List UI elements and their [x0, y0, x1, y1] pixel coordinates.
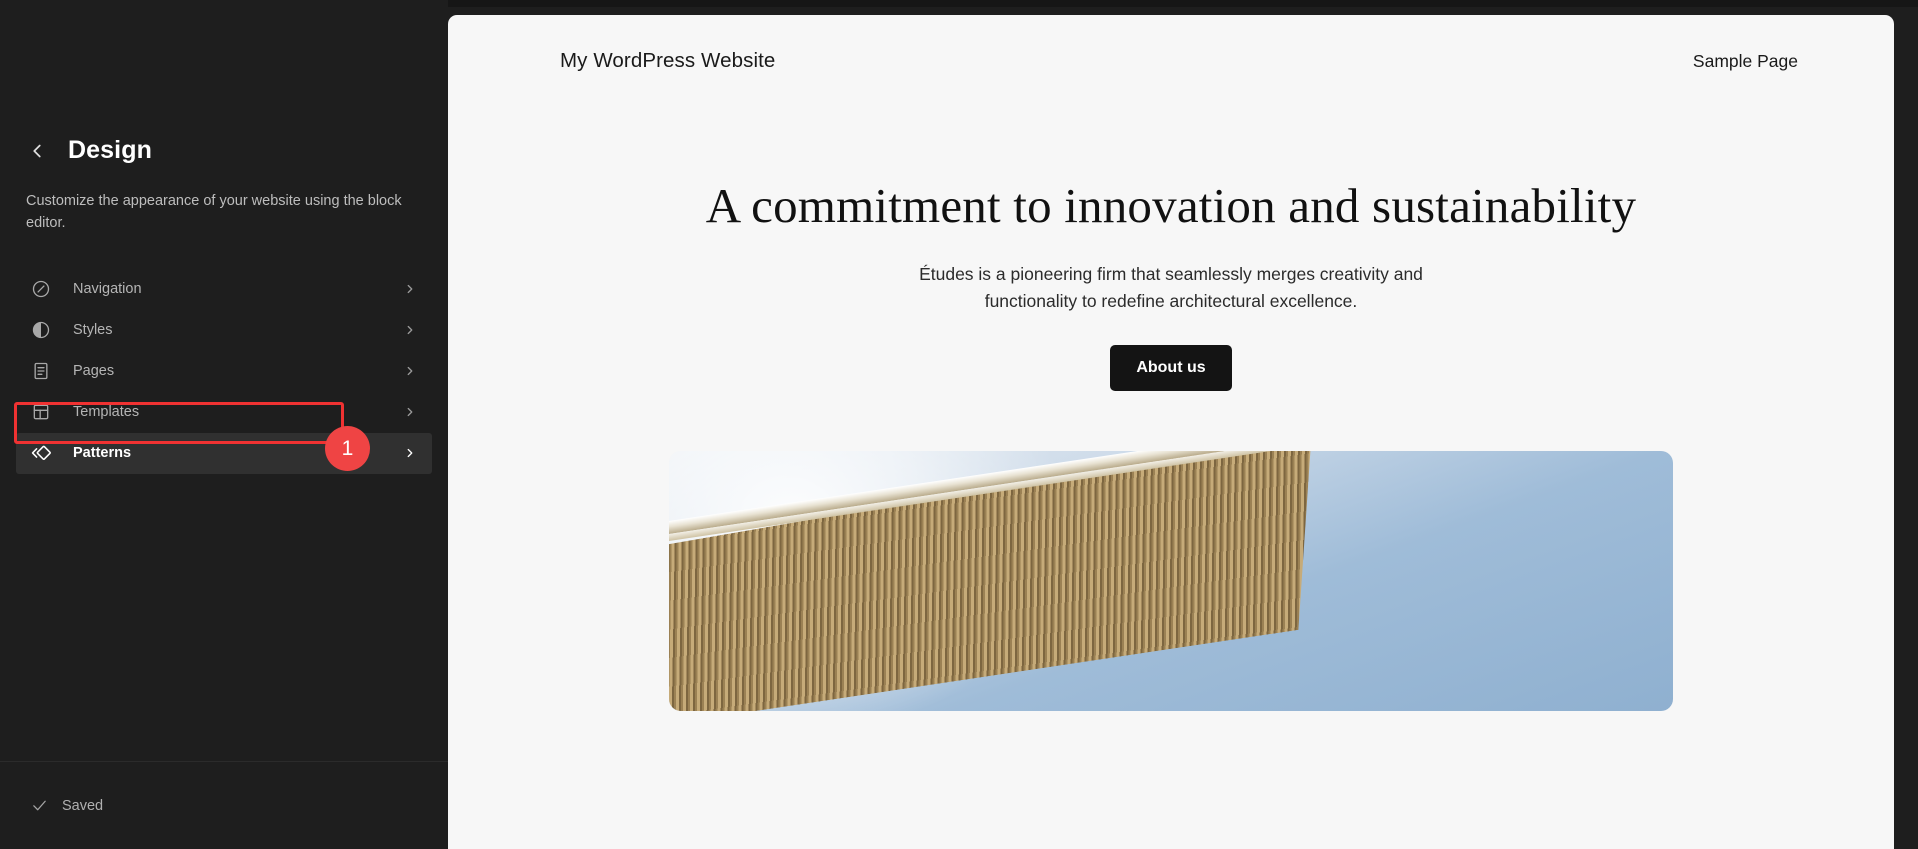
annotation-step-badge: 1 [325, 426, 370, 471]
sidebar-description: Customize the appearance of your website… [26, 193, 402, 232]
compass-icon [29, 277, 53, 301]
chevron-right-icon [402, 322, 418, 338]
patterns-diamond-icon [29, 441, 53, 465]
saved-status-label: Saved [62, 797, 104, 814]
sidebar-item-pages[interactable]: Pages [16, 351, 432, 392]
contrast-half-circle-icon [29, 318, 53, 342]
sidebar-header: Design [0, 0, 448, 163]
chevron-right-icon [402, 445, 418, 461]
site-editor-window: Design Customize the appearance of your … [0, 0, 1918, 849]
chevron-right-icon [402, 404, 418, 420]
sidebar-item-navigation[interactable]: Navigation [16, 269, 432, 310]
preview-site-header: My WordPress Website Sample Page [448, 15, 1894, 73]
hero-section: A commitment to innovation and sustainab… [448, 177, 1894, 392]
design-sidebar: Design Customize the appearance of your … [0, 0, 448, 849]
sidebar-item-label: Styles [73, 322, 113, 339]
sidebar-item-label: Pages [73, 363, 115, 380]
about-us-button[interactable]: About us [1110, 345, 1232, 392]
site-title: My WordPress Website [560, 49, 776, 72]
sidebar-item-styles[interactable]: Styles [16, 310, 432, 351]
sidebar-footer: Saved [0, 761, 448, 849]
status-badge: Saved [30, 797, 103, 815]
hero-heading: A commitment to innovation and sustainab… [705, 178, 1637, 233]
chevron-right-icon [402, 281, 418, 297]
sidebar-item-templates[interactable]: Templates [16, 392, 432, 433]
sidebar-item-label: Navigation [73, 281, 142, 298]
hero-subtext: Études is a pioneering firm that seamles… [919, 263, 1423, 311]
sidebar-item-patterns[interactable]: Patterns [16, 432, 432, 474]
sidebar-item-label: Templates [73, 404, 140, 421]
nav-link-sample-page[interactable]: Sample Page [1693, 51, 1798, 72]
site-preview-canvas[interactable]: My WordPress Website Sample Page A commi… [448, 15, 1894, 849]
chevron-right-icon [402, 363, 418, 379]
chevron-left-icon[interactable] [26, 140, 48, 162]
hero-image [669, 451, 1673, 712]
design-menu-list: Navigation Styles Pages Templates Patter… [0, 269, 448, 474]
layout-grid-icon [29, 400, 53, 424]
page-title: Design [68, 136, 152, 164]
check-icon [30, 797, 48, 815]
document-lines-icon [29, 359, 53, 383]
